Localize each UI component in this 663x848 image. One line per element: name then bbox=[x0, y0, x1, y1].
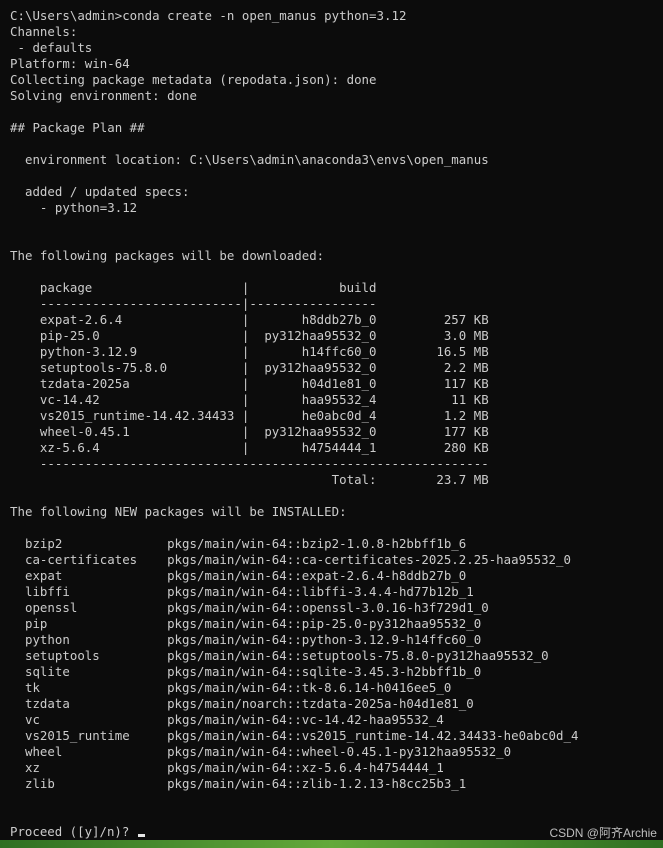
terminal-line: setuptools-75.8.0 | py312haa95532_0 2.2 … bbox=[10, 360, 489, 375]
terminal-line: package | build bbox=[10, 280, 377, 295]
terminal-line: expat-2.6.4 | h8ddb27b_0 257 KB bbox=[10, 312, 489, 327]
terminal-line: Platform: win-64 bbox=[10, 56, 130, 71]
terminal-line: C:\Users\admin>conda create -n open_manu… bbox=[10, 8, 407, 23]
terminal-line: xz-5.6.4 | h4754444_1 280 KB bbox=[10, 440, 489, 455]
terminal-line: ca-certificates pkgs/main/win-64::ca-cer… bbox=[10, 552, 571, 567]
terminal-line: openssl pkgs/main/win-64::openssl-3.0.16… bbox=[10, 600, 489, 615]
terminal-line: xz pkgs/main/win-64::xz-5.6.4-h4754444_1 bbox=[10, 760, 444, 775]
terminal-line: sqlite pkgs/main/win-64::sqlite-3.45.3-h… bbox=[10, 664, 482, 679]
terminal-line: pip pkgs/main/win-64::pip-25.0-py312haa9… bbox=[10, 616, 482, 631]
terminal-line: vc-14.42 | haa95532_4 11 KB bbox=[10, 392, 489, 407]
terminal-line: The following packages will be downloade… bbox=[10, 248, 325, 263]
proceed-prompt-line[interactable]: Proceed ([y]/n)? bbox=[10, 824, 145, 840]
terminal-line: bzip2 pkgs/main/win-64::bzip2-1.0.8-h2bb… bbox=[10, 536, 467, 551]
terminal-line: setuptools pkgs/main/win-64::setuptools-… bbox=[10, 648, 549, 663]
terminal-line: environment location: C:\Users\admin\ana… bbox=[10, 152, 489, 167]
terminal-line: python-3.12.9 | h14ffc60_0 16.5 MB bbox=[10, 344, 489, 359]
terminal-line: vc pkgs/main/win-64::vc-14.42-haa95532_4 bbox=[10, 712, 444, 727]
terminal-line: ----------------------------------------… bbox=[10, 456, 489, 471]
terminal-line: Channels: bbox=[10, 24, 78, 39]
text-cursor bbox=[137, 834, 145, 837]
terminal-line: vs2015_runtime pkgs/main/win-64::vs2015_… bbox=[10, 728, 579, 743]
terminal-line: python pkgs/main/win-64::python-3.12.9-h… bbox=[10, 632, 482, 647]
proceed-prompt: Proceed ([y]/n)? bbox=[10, 824, 137, 839]
terminal-line: - defaults bbox=[10, 40, 93, 55]
terminal-line: pip-25.0 | py312haa95532_0 3.0 MB bbox=[10, 328, 489, 343]
terminal-line: ## Package Plan ## bbox=[10, 120, 145, 135]
terminal-line: Collecting package metadata (repodata.js… bbox=[10, 72, 377, 87]
terminal-window[interactable]: C:\Users\admin>conda create -n open_manu… bbox=[0, 0, 663, 840]
terminal-line: expat pkgs/main/win-64::expat-2.6.4-h8dd… bbox=[10, 568, 467, 583]
terminal-line: The following NEW packages will be INSTA… bbox=[10, 504, 347, 519]
terminal-line: Total: 23.7 MB bbox=[10, 472, 489, 487]
terminal-output: C:\Users\admin>conda create -n open_manu… bbox=[10, 8, 663, 792]
terminal-line: tzdata-2025a | h04d1e81_0 117 KB bbox=[10, 376, 489, 391]
terminal-line: wheel-0.45.1 | py312haa95532_0 177 KB bbox=[10, 424, 489, 439]
terminal-line: Solving environment: done bbox=[10, 88, 197, 103]
terminal-line: tk pkgs/main/win-64::tk-8.6.14-h0416ee5_… bbox=[10, 680, 452, 695]
terminal-line: vs2015_runtime-14.42.34433 | he0abc0d_4 … bbox=[10, 408, 489, 423]
terminal-line: wheel pkgs/main/win-64::wheel-0.45.1-py3… bbox=[10, 744, 512, 759]
terminal-line: libffi pkgs/main/win-64::libffi-3.4.4-hd… bbox=[10, 584, 474, 599]
csdn-watermark: CSDN @阿齐Archie bbox=[549, 826, 657, 840]
terminal-line: zlib pkgs/main/win-64::zlib-1.2.13-h8cc2… bbox=[10, 776, 467, 791]
terminal-line: tzdata pkgs/main/noarch::tzdata-2025a-h0… bbox=[10, 696, 474, 711]
terminal-line: added / updated specs: bbox=[10, 184, 190, 199]
terminal-line: ---------------------------|------------… bbox=[10, 296, 377, 311]
terminal-line: - python=3.12 bbox=[10, 200, 138, 215]
desktop-background bbox=[0, 840, 663, 848]
